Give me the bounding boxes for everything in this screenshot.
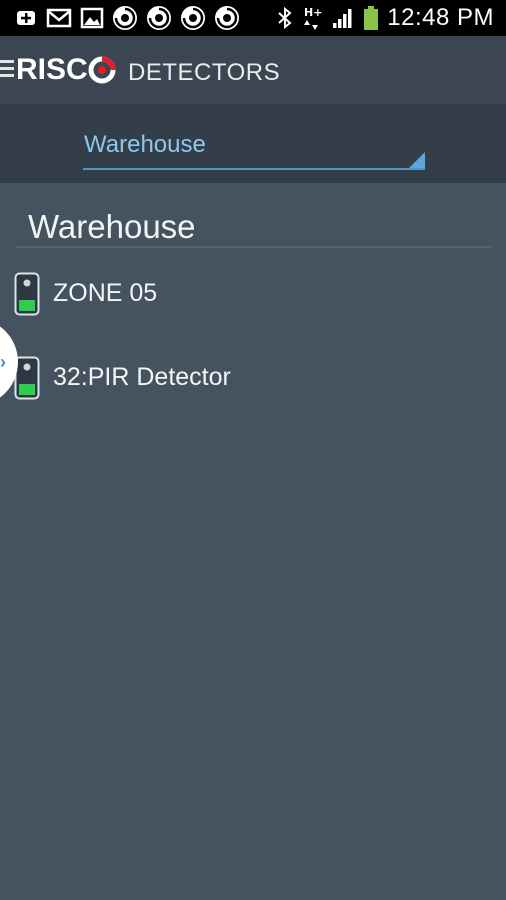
hspa-data-icon: H+ — [304, 6, 323, 30]
chevron-right-icon[interactable]: › — [0, 352, 6, 373]
location-dropdown[interactable]: Warehouse — [83, 130, 425, 170]
app-bar: RISC DETECTORS — [0, 36, 506, 106]
mail-icon — [46, 8, 72, 28]
gallery-icon — [80, 7, 104, 29]
detectors-screen: H+ 12:48 PM RISC DETECTORS Warehouse War… — [0, 0, 506, 900]
add-notification-icon — [17, 11, 35, 25]
notification-icons — [14, 5, 240, 31]
detector-list-item[interactable]: ZONE 05 — [0, 252, 506, 336]
location-dropdown-value: Warehouse — [84, 131, 206, 158]
page-title: DETECTORS — [128, 59, 281, 86]
risco-app-icon — [215, 6, 239, 30]
risco-logo: RISC — [16, 54, 116, 86]
svg-text:H+: H+ — [304, 6, 322, 19]
detector-status-icon — [14, 272, 40, 316]
battery-icon — [364, 6, 379, 30]
menu-icon[interactable] — [0, 60, 14, 78]
detector-label: ZONE 05 — [53, 279, 158, 307]
detector-list-item[interactable]: 32:PIR Detector — [0, 336, 506, 420]
risco-app-icon — [181, 6, 205, 30]
risco-logo-icon — [88, 56, 116, 84]
section-divider — [16, 246, 492, 248]
logo-text: RISC — [16, 53, 88, 86]
section-title: Warehouse — [28, 208, 196, 245]
risco-app-icon — [147, 6, 171, 30]
status-bar: H+ 12:48 PM — [0, 0, 506, 36]
bluetooth-icon — [278, 6, 292, 30]
dropdown-corner-icon — [409, 152, 425, 168]
risco-app-icon — [113, 6, 137, 30]
detector-label: 32:PIR Detector — [53, 363, 231, 391]
location-selector-band: Warehouse — [0, 104, 506, 183]
status-time: 12:48 PM — [387, 4, 494, 31]
system-icons: H+ 12:48 PM — [277, 4, 494, 32]
signal-icon — [333, 9, 352, 28]
